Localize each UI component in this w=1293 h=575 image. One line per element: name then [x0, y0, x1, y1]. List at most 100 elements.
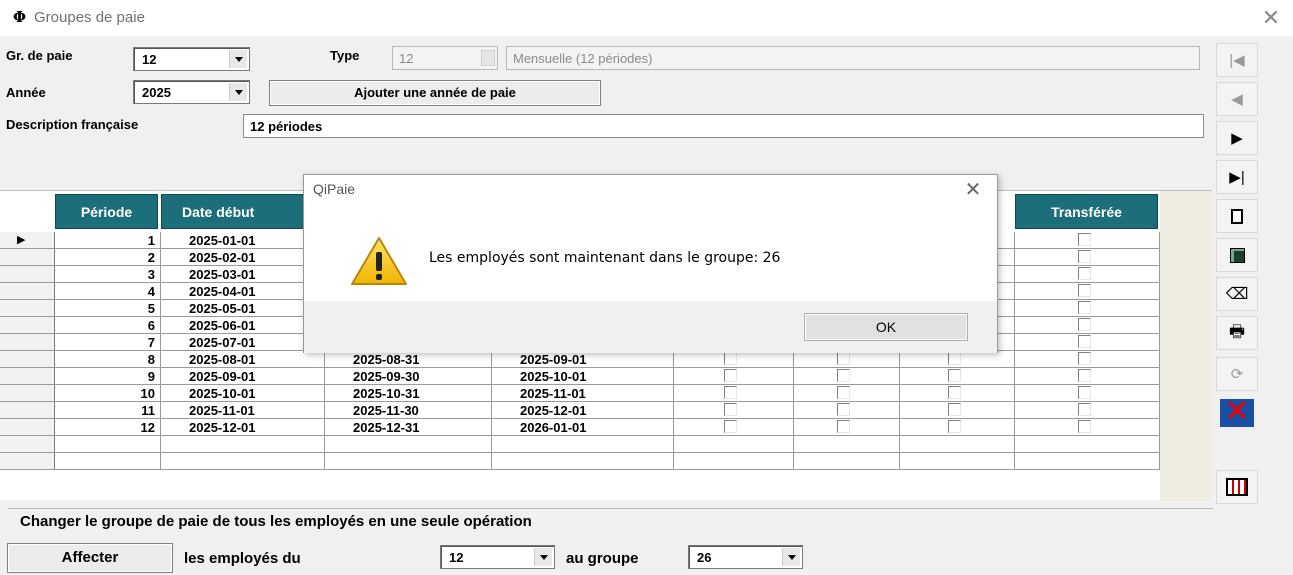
cell-checkbox[interactable]: [1015, 385, 1160, 402]
cell-debut[interactable]: 2025-03-01: [161, 266, 325, 283]
cell-checkbox[interactable]: [900, 436, 1015, 453]
row-selector[interactable]: [0, 317, 55, 334]
french-description-field[interactable]: 12 périodes: [243, 114, 1204, 138]
cell-checkbox[interactable]: [674, 436, 794, 453]
add-year-button[interactable]: Ajouter une année de paie: [269, 80, 601, 106]
row-checkbox[interactable]: [1078, 301, 1091, 314]
cell-debut[interactable]: 2025-12-01: [161, 419, 325, 436]
cell-fin[interactable]: 2025-11-30: [325, 402, 492, 419]
row-selector[interactable]: [0, 283, 55, 300]
row-checkbox[interactable]: [1078, 420, 1091, 433]
delete-button[interactable]: ✕: [1216, 396, 1258, 430]
cell-checkbox[interactable]: [1015, 436, 1160, 453]
first-record-button[interactable]: |◀: [1216, 43, 1258, 77]
previous-record-button[interactable]: ◀: [1216, 82, 1258, 116]
cell-checkbox[interactable]: [1015, 402, 1160, 419]
refresh-button[interactable]: ⟳: [1216, 357, 1258, 391]
cell-checkbox[interactable]: [1015, 266, 1160, 283]
cell-checkbox[interactable]: [900, 368, 1015, 385]
cell-checkbox[interactable]: [794, 385, 900, 402]
row-selector[interactable]: [0, 419, 55, 436]
row-checkbox[interactable]: [948, 352, 961, 365]
row-selector[interactable]: [0, 385, 55, 402]
row-selector[interactable]: [0, 368, 55, 385]
row-selector[interactable]: [0, 266, 55, 283]
window-close-button[interactable]: ✕: [1254, 4, 1288, 32]
cell-fin[interactable]: 2025-10-31: [325, 385, 492, 402]
cell-periode[interactable]: [55, 436, 161, 453]
cell-debut[interactable]: 2025-09-01: [161, 368, 325, 385]
row-checkbox[interactable]: [948, 386, 961, 399]
cell-periode[interactable]: 8: [55, 351, 161, 368]
row-selector[interactable]: [0, 351, 55, 368]
chevron-down-icon[interactable]: [229, 83, 247, 101]
cell-fin[interactable]: 2025-08-31: [325, 351, 492, 368]
cell-checkbox[interactable]: [674, 368, 794, 385]
cell-debut[interactable]: 2025-08-01: [161, 351, 325, 368]
row-checkbox[interactable]: [948, 369, 961, 382]
cell-checkbox[interactable]: [674, 419, 794, 436]
pay-group-select[interactable]: 12: [133, 47, 250, 71]
cell-periode[interactable]: 6: [55, 317, 161, 334]
cell-fin[interactable]: 2025-12-31: [325, 419, 492, 436]
cell-checkbox[interactable]: [900, 419, 1015, 436]
cell-debut[interactable]: 2025-02-01: [161, 249, 325, 266]
column-header-periode[interactable]: Période: [55, 194, 158, 229]
row-checkbox[interactable]: [1078, 352, 1091, 365]
chevron-down-icon[interactable]: [229, 50, 247, 68]
cell-checkbox[interactable]: [1015, 453, 1160, 470]
cell-debut[interactable]: 2025-11-01: [161, 402, 325, 419]
cell-periode[interactable]: 7: [55, 334, 161, 351]
row-checkbox[interactable]: [837, 403, 850, 416]
cell-paie[interactable]: 2026-01-01: [492, 419, 674, 436]
cell-debut[interactable]: 2025-07-01: [161, 334, 325, 351]
table-row[interactable]: 8 2025-08-01 2025-08-31 2025-09-01: [0, 351, 1160, 368]
row-selector[interactable]: [0, 436, 55, 453]
cell-debut[interactable]: [161, 436, 325, 453]
cell-checkbox[interactable]: [900, 351, 1015, 368]
cell-debut[interactable]: 2025-04-01: [161, 283, 325, 300]
cell-paie[interactable]: 2025-11-01: [492, 385, 674, 402]
cell-periode[interactable]: 2: [55, 249, 161, 266]
cell-paie[interactable]: [492, 453, 674, 470]
cell-checkbox[interactable]: [1015, 419, 1160, 436]
cell-debut[interactable]: 2025-01-01: [161, 232, 325, 249]
to-group-select[interactable]: 26: [688, 545, 803, 569]
cell-debut[interactable]: 2025-10-01: [161, 385, 325, 402]
year-select[interactable]: 2025: [133, 80, 250, 104]
row-selector[interactable]: [0, 300, 55, 317]
cell-periode[interactable]: 5: [55, 300, 161, 317]
cell-periode[interactable]: 9: [55, 368, 161, 385]
cell-checkbox[interactable]: [900, 402, 1015, 419]
row-checkbox[interactable]: [1078, 386, 1091, 399]
row-checkbox[interactable]: [724, 352, 737, 365]
row-selector[interactable]: ▶: [0, 232, 55, 249]
cell-fin[interactable]: 2025-09-30: [325, 368, 492, 385]
cell-checkbox[interactable]: [794, 368, 900, 385]
cell-checkbox[interactable]: [1015, 300, 1160, 317]
row-checkbox[interactable]: [948, 420, 961, 433]
column-header-transferee[interactable]: Transférée: [1015, 194, 1158, 229]
cell-checkbox[interactable]: [1015, 351, 1160, 368]
next-record-button[interactable]: ▶: [1216, 121, 1258, 155]
row-selector[interactable]: [0, 453, 55, 470]
chevron-down-icon[interactable]: [782, 548, 800, 566]
row-checkbox[interactable]: [724, 386, 737, 399]
cell-checkbox[interactable]: [674, 385, 794, 402]
table-row[interactable]: 11 2025-11-01 2025-11-30 2025-12-01: [0, 402, 1160, 419]
from-group-select[interactable]: 12: [440, 545, 555, 569]
cell-checkbox[interactable]: [794, 436, 900, 453]
cell-checkbox[interactable]: [900, 453, 1015, 470]
row-checkbox[interactable]: [1078, 284, 1091, 297]
cell-checkbox[interactable]: [1015, 334, 1160, 351]
row-checkbox[interactable]: [837, 420, 850, 433]
cell-checkbox[interactable]: [794, 453, 900, 470]
row-checkbox[interactable]: [837, 386, 850, 399]
cell-checkbox[interactable]: [1015, 283, 1160, 300]
row-checkbox[interactable]: [1078, 403, 1091, 416]
table-row[interactable]: 12 2025-12-01 2025-12-31 2026-01-01: [0, 419, 1160, 436]
row-checkbox[interactable]: [724, 369, 737, 382]
cell-checkbox[interactable]: [1015, 232, 1160, 249]
chevron-down-icon[interactable]: [534, 548, 552, 566]
cell-debut[interactable]: [161, 453, 325, 470]
